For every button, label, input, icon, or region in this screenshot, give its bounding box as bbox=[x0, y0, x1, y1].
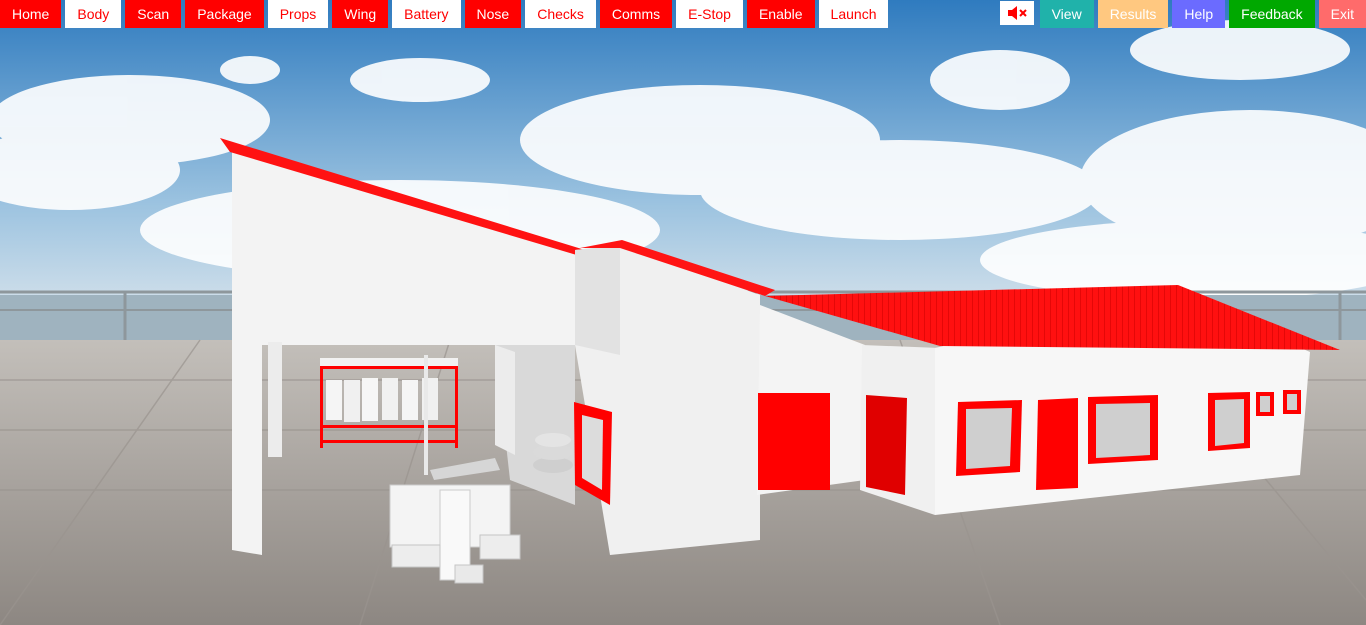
view-button[interactable]: View bbox=[1039, 0, 1094, 28]
nav-body-button[interactable]: Body bbox=[65, 0, 122, 28]
help-button[interactable]: Help bbox=[1172, 0, 1226, 28]
nav-comms-button[interactable]: Comms bbox=[599, 0, 673, 28]
nav-estop-button[interactable]: E-Stop bbox=[676, 0, 743, 28]
results-button[interactable]: Results bbox=[1097, 0, 1169, 28]
nav-checks-button[interactable]: Checks bbox=[525, 0, 596, 28]
nav-scan-button[interactable]: Scan bbox=[125, 0, 182, 28]
nav-home-button[interactable]: Home bbox=[0, 0, 62, 28]
feedback-button[interactable]: Feedback bbox=[1229, 0, 1315, 28]
door bbox=[758, 393, 830, 490]
speaker-muted-icon bbox=[1007, 6, 1027, 20]
nav-wing-button[interactable]: Wing bbox=[332, 0, 389, 28]
central-block-side bbox=[575, 245, 620, 355]
nav-package-button[interactable]: Package bbox=[185, 0, 264, 28]
window-glass bbox=[582, 415, 603, 490]
top-navigation: Home Body Scan Package Props Wing Batter… bbox=[0, 0, 892, 28]
canopy-pillar bbox=[268, 342, 282, 457]
nav-battery-button[interactable]: Battery bbox=[392, 0, 461, 28]
3d-viewport[interactable] bbox=[0, 0, 1366, 625]
mute-button[interactable] bbox=[999, 1, 1034, 25]
sack bbox=[535, 433, 571, 447]
door bbox=[866, 395, 907, 495]
right-controls: View Results Help Feedback Exit bbox=[999, 0, 1366, 28]
nav-props-button[interactable]: Props bbox=[267, 0, 329, 28]
door bbox=[1036, 398, 1078, 490]
exit-button[interactable]: Exit bbox=[1318, 0, 1366, 28]
nav-enable-button[interactable]: Enable bbox=[746, 0, 815, 28]
porch-front bbox=[495, 345, 515, 455]
nav-launch-button[interactable]: Launch bbox=[818, 0, 889, 28]
nav-nose-button[interactable]: Nose bbox=[464, 0, 522, 28]
